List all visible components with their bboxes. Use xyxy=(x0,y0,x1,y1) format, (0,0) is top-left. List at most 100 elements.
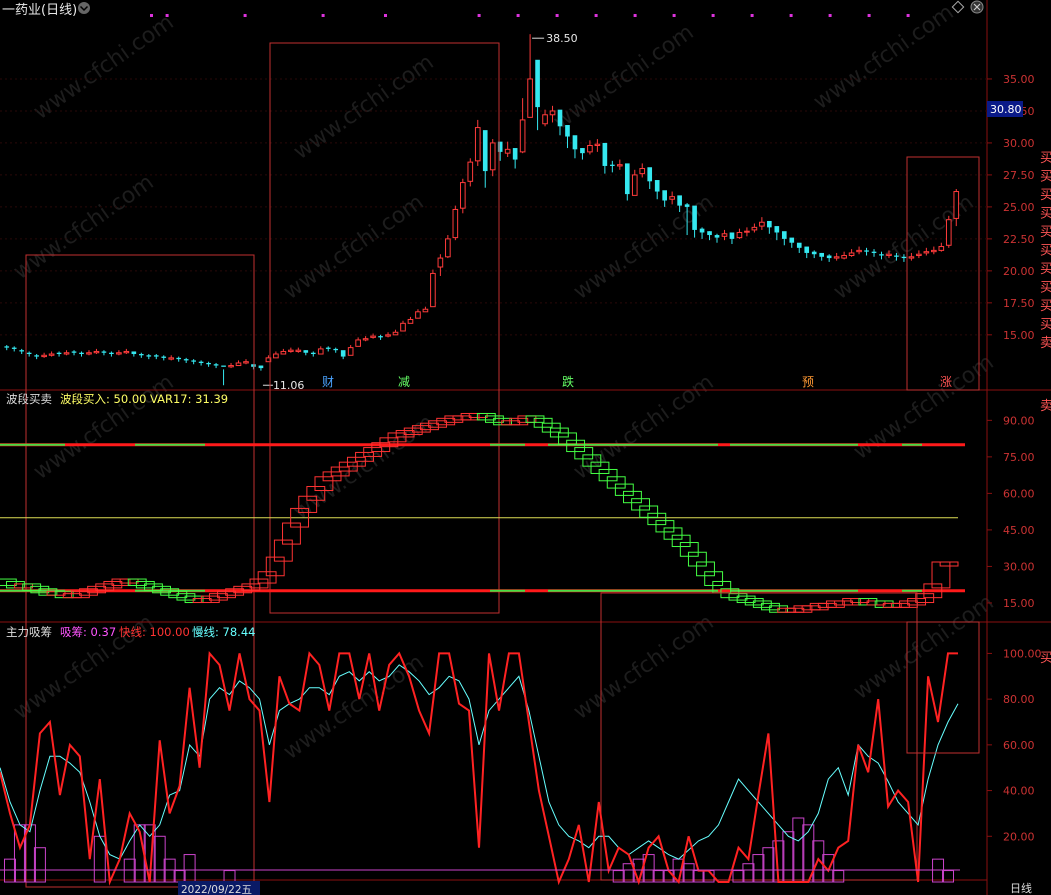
candle-body xyxy=(542,114,548,125)
osc-tick-label: 15.00 xyxy=(1003,597,1035,610)
candle-body xyxy=(56,352,62,355)
candle-body xyxy=(34,355,39,357)
candle-body xyxy=(228,365,234,368)
candle-body xyxy=(26,352,32,355)
price-tick-label: 15.00 xyxy=(1003,329,1035,342)
candle-body xyxy=(864,250,869,252)
candle-body xyxy=(407,318,414,324)
candle-body xyxy=(467,161,474,182)
chevron-down-icon[interactable] xyxy=(78,2,90,14)
candle-body xyxy=(138,354,144,356)
signal-dot xyxy=(672,14,676,17)
osc-tick-label: 45.00 xyxy=(1003,524,1035,537)
signal-dot xyxy=(321,14,325,17)
candle-body xyxy=(677,195,682,206)
candle-body xyxy=(908,256,915,259)
osc-tick-label: 30.00 xyxy=(1003,560,1035,573)
candle-body xyxy=(288,349,294,352)
timeframe-label: 日线 xyxy=(1010,881,1032,895)
candle-body xyxy=(549,110,556,116)
candle-body xyxy=(856,249,862,253)
candle-body xyxy=(894,255,899,257)
edge-signal-label: 买 xyxy=(1040,262,1051,277)
candle-body xyxy=(280,350,287,355)
signal-dot xyxy=(516,14,520,17)
candle-body xyxy=(41,354,47,358)
candle-body xyxy=(767,220,772,228)
candle-body xyxy=(916,253,922,257)
candle-body xyxy=(235,362,242,367)
candle-body xyxy=(848,252,855,257)
candle-body xyxy=(631,174,638,196)
candle-body xyxy=(333,348,339,351)
candle-body xyxy=(833,256,840,259)
signal-dot xyxy=(906,14,910,17)
candle-body xyxy=(146,355,152,357)
candle-body xyxy=(557,109,563,127)
candle-body xyxy=(871,251,877,253)
chart-canvas[interactable]: www.cfchi.com www.cfchi.com www.cfchi.com w… xyxy=(0,0,1051,895)
osc-tick-label: 90.00 xyxy=(1003,414,1035,427)
signal-dot xyxy=(594,14,598,17)
candle-body xyxy=(751,226,758,231)
candle-body xyxy=(624,163,630,195)
candle-body xyxy=(736,231,743,239)
price-tick-label: 17.50 xyxy=(1003,297,1035,310)
edge-signal-label: 卖 xyxy=(1040,399,1051,414)
candle-body xyxy=(639,168,646,175)
candle-body xyxy=(63,352,70,355)
candle-body xyxy=(48,353,55,356)
candle-body xyxy=(251,364,256,367)
candle-body xyxy=(519,119,526,153)
candle-body xyxy=(340,350,346,357)
candle-body xyxy=(437,257,444,268)
candle-body xyxy=(504,148,511,154)
chart-title[interactable]: 一药业(日线) xyxy=(2,3,77,18)
edge-signal-label: 买 xyxy=(1040,151,1051,166)
candle-body xyxy=(206,362,211,365)
candle-body xyxy=(452,208,459,239)
candle-body xyxy=(11,347,17,349)
candle-body xyxy=(707,231,712,236)
osc-tick-label: 60.00 xyxy=(1003,487,1035,500)
candle-body xyxy=(422,308,429,313)
current-price-tag: 30.80 xyxy=(987,101,1023,117)
price-tick-label: 22.50 xyxy=(1003,233,1035,246)
signal-dot xyxy=(150,14,153,17)
candle-body xyxy=(310,352,316,355)
signal-dot xyxy=(867,14,871,17)
current-price-text: 30.80 xyxy=(990,103,1022,116)
candle-body xyxy=(669,196,675,200)
candle-body xyxy=(93,350,100,354)
high-price-label: 38.50 xyxy=(546,32,578,45)
flow-tick-label: 80.00 xyxy=(1003,693,1035,706)
edge-signal-label: 买 xyxy=(1040,299,1051,314)
candle-body xyxy=(295,349,302,352)
candle-body xyxy=(161,356,167,358)
flow-tick-label: 40.00 xyxy=(1003,785,1035,798)
candle-body xyxy=(714,235,720,238)
flow-tick-label: 20.00 xyxy=(1003,830,1035,843)
osc-name: 波段买卖 xyxy=(6,392,52,406)
candle-body xyxy=(325,347,331,349)
candle-body xyxy=(430,272,436,308)
signal-char: 减 xyxy=(398,375,410,389)
candle-body xyxy=(86,352,92,355)
candle-body xyxy=(474,127,481,162)
edge-signal-label: 卖买 xyxy=(1040,336,1051,351)
flow-tick-label: 60.00 xyxy=(1003,739,1035,752)
candle-body xyxy=(901,256,907,259)
signal-dot xyxy=(711,14,715,17)
candle-body xyxy=(400,322,406,332)
close-icon[interactable] xyxy=(970,0,984,14)
candle-body xyxy=(721,233,728,237)
flow-tick-label: 100.00 xyxy=(1003,647,1042,660)
candle-body xyxy=(587,144,593,153)
signal-char: 预 xyxy=(802,375,814,389)
candle-body xyxy=(258,365,264,369)
flow-legend-slow: 慢线: 78.44 xyxy=(192,625,255,639)
edge-signal-label: 买 xyxy=(1040,281,1051,296)
candle-body xyxy=(729,232,735,239)
candle-body xyxy=(198,361,204,363)
candle-body xyxy=(610,164,615,166)
